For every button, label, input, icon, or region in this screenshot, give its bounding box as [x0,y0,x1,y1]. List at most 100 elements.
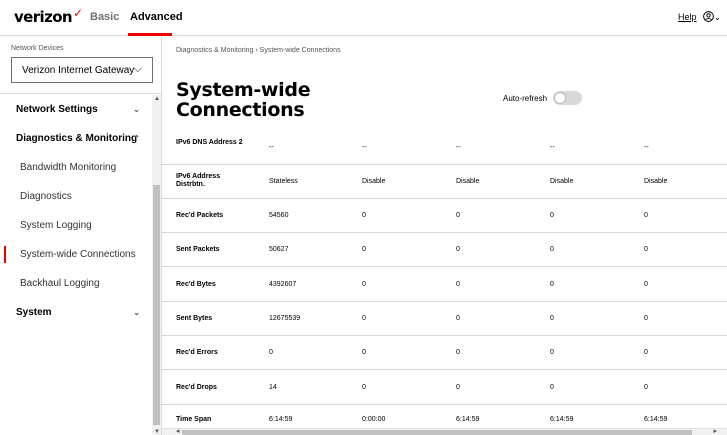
scroll-left-icon[interactable]: ◂ [176,427,180,435]
sidebar-item-label: Diagnostics & Monitoring [16,133,138,144]
row-header: Rec'd Packets [176,212,224,219]
table-cell: 6:14:59 [269,416,293,423]
table-cell: 0 [362,383,366,391]
table-cell: Stateless [269,178,298,185]
table-cell: 0 [362,246,366,253]
table-cell: 0 [644,383,648,391]
sidebar-scrollbar[interactable]: ▲ ▼ [152,95,161,435]
table-cell: Disable [456,178,480,185]
table-cell: 6:14:59 [550,416,574,423]
table-cell: 0 [269,349,273,356]
table-cell: -- [362,144,367,151]
table-cell: 12675539 [269,315,301,322]
table-cell: 0 [550,349,554,356]
table-row: Sent Packets 50627 0 0 0 0 [162,233,727,267]
table-row: Time Span 6:14:59 0:00:00 6:14:59 6:14:59 6:1… [162,405,727,428]
top-bar: verizon✓ Basic Advanced Help ⌄ [0,0,727,36]
sidebar-scrollbar-thumb[interactable] [153,185,160,425]
table-cell: 0 [362,349,366,356]
breadcrumb[interactable]: Diagnostics & Monitoring › System-wide C… [176,47,341,54]
row-header: Rec'd Bytes [176,280,216,288]
sidebar-item-system-wide-connections[interactable]: System-wide Connections [0,240,152,269]
table-cell: 0 [644,212,648,219]
scroll-right-icon[interactable]: ▸ [713,427,717,435]
sidebar-item-label: System-wide Connections [20,249,136,260]
table-horizontal-scrollbar[interactable]: ◂ ▸ [162,428,727,435]
network-devices-label: Network Devices [11,45,64,52]
table-cell: 0 [644,315,648,322]
row-header: Rec'd Errors [176,349,218,356]
table-cell: 0 [644,349,648,356]
toggle-knob [554,92,566,104]
chevron-down-icon: ⌄ [133,105,140,114]
table-cell: 0 [456,315,460,322]
page-title: System-wide Connections [176,79,311,121]
table-cell: -- [644,144,649,151]
table-cell: 0 [550,280,554,288]
table-cell: -- [269,144,274,151]
table-cell: 0:00:00 [362,416,386,423]
logo-text: verizon [14,8,73,26]
row-header: IPv6 DNS Address 2 [176,139,243,146]
table-row: Rec'd Drops 14 0 0 0 0 [162,370,727,405]
row-header: Sent Bytes [176,315,213,322]
table-cell: Disable [550,178,574,185]
tab-basic[interactable]: Basic [90,11,119,23]
user-icon [703,11,714,23]
table-cell: 0 [550,383,554,391]
table-cell: 0 [550,315,554,322]
row-header: Sent Packets [176,246,220,253]
table-cell: 0 [550,212,554,219]
sidebar-nav: Network Settings ⌄ Diagnostics & Monitor… [0,95,152,327]
row-header: Rec'd Drops [176,383,217,391]
table-cell: Disable [362,178,386,185]
user-menu[interactable]: ⌄ [703,9,721,23]
table-cell: Disable [644,178,668,185]
sidebar-item-label: Bandwidth Monitoring [20,162,117,173]
table-cell: 0 [456,349,460,356]
sidebar-item-system-logging[interactable]: System Logging [0,211,152,240]
table-cell: -- [456,144,461,151]
sidebar-item-backhaul-logging[interactable]: Backhaul Logging [0,269,152,298]
sidebar-item-label: System [16,307,52,318]
sidebar-item-network-settings[interactable]: Network Settings ⌄ [0,95,152,124]
scroll-down-icon[interactable]: ▼ [154,429,160,435]
chevron-up-icon: ⌃ [133,134,140,143]
tab-advanced[interactable]: Advanced [130,11,183,23]
device-select-value: Verizon Internet Gateway [22,65,135,76]
help-link[interactable]: Help [678,12,697,22]
sidebar-item-diagnostics[interactable]: Diagnostics [0,182,152,211]
horizontal-scrollbar-thumb[interactable] [182,430,692,435]
sidebar-item-system[interactable]: System ⌄ [0,298,152,327]
sidebar-item-diagnostics-monitoring[interactable]: Diagnostics & Monitoring ⌃ [0,124,152,153]
chevron-down-icon: ⌵ [133,63,142,75]
sidebar-item-bandwidth-monitoring[interactable]: Bandwidth Monitoring [0,153,152,182]
table-cell: 0 [456,246,460,253]
table-row: Sent Bytes 12675539 0 0 0 0 [162,302,727,336]
table-cell: 4392607 [269,280,297,288]
sidebar-item-label: Network Settings [16,104,98,115]
table-cell: 0 [550,246,554,253]
sidebar: Network Devices Verizon Internet Gateway… [0,37,162,435]
sidebar-item-label: Diagnostics [20,191,72,202]
table-row: Rec'd Errors 0 0 0 0 0 [162,336,727,370]
table-cell: 54560 [269,212,289,219]
table-row: Rec'd Packets 54560 0 0 0 0 [162,199,727,233]
table-cell: 0 [362,315,366,322]
table-cell: 0 [456,280,460,288]
table-cell: -- [550,144,555,151]
sidebar-item-label: Backhaul Logging [20,278,100,289]
chevron-down-icon: ⌄ [714,13,721,22]
table-cell: 14 [269,383,277,391]
verizon-logo[interactable]: verizon✓ [14,6,83,26]
auto-refresh-toggle[interactable] [553,91,582,105]
table-cell: 0 [644,280,648,288]
table-cell: 0 [362,280,366,288]
device-select[interactable]: Verizon Internet Gateway ⌵ [11,57,153,83]
scroll-up-icon[interactable]: ▲ [154,96,160,102]
table-cell: 50627 [269,246,289,253]
sidebar-item-label: System Logging [20,220,92,231]
table-row: IPv6 Address Distrbtn. Stateless Disable Di… [162,165,727,199]
chevron-down-icon: ⌄ [133,308,140,317]
row-header: IPv6 Address Distrbtn. [176,173,221,188]
